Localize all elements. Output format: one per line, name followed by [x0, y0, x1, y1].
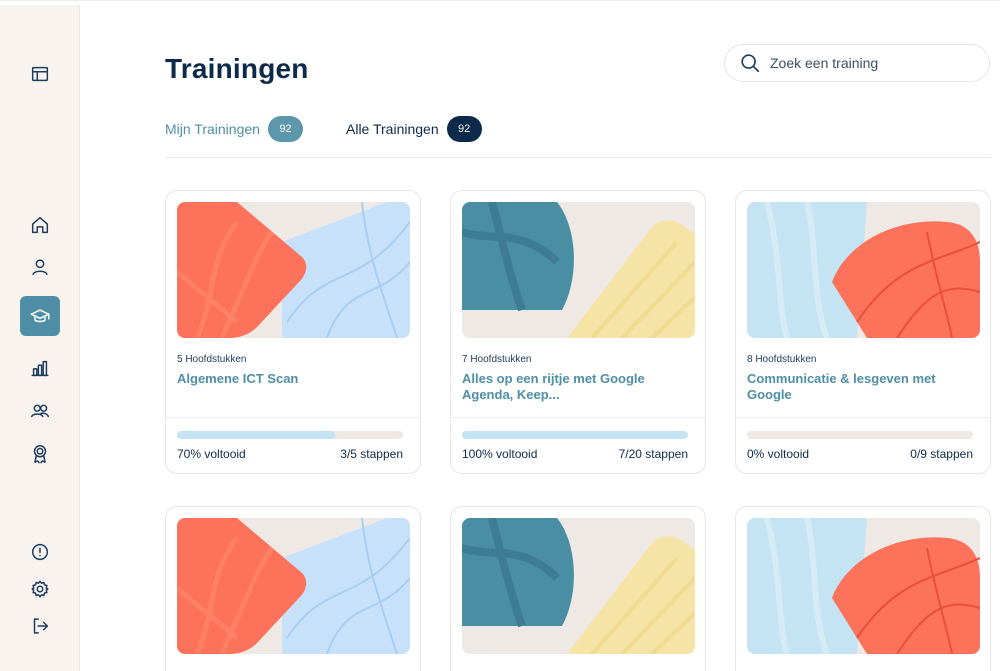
card-illustration: [177, 202, 410, 338]
card-chapters: 7 Hoofdstukken: [462, 354, 532, 365]
user-icon[interactable]: [20, 247, 60, 287]
steps-label: 3/5 stappen: [340, 447, 403, 461]
progress-fill: [177, 431, 336, 439]
card-divider: [736, 417, 990, 418]
settings-icon[interactable]: [20, 569, 60, 609]
layout-icon[interactable]: [20, 54, 60, 94]
search-input[interactable]: [770, 55, 970, 71]
card-divider: [166, 417, 420, 418]
training-card[interactable]: [735, 506, 991, 671]
search-box[interactable]: [724, 44, 990, 82]
card-title: Alles op een rijtje met Google Agenda, K…: [462, 371, 645, 402]
users-icon[interactable]: [20, 391, 60, 431]
card-title: Algemene ICT Scan: [177, 371, 299, 386]
training-card[interactable]: 5 Hoofdstukken Algemene ICT Scan 70% vol…: [165, 190, 421, 474]
training-card[interactable]: [165, 506, 421, 671]
graduation-cap-icon[interactable]: [20, 296, 60, 336]
progress-label: 100% voltooid: [462, 447, 538, 461]
card-divider: [451, 417, 705, 418]
progress-label: 70% voltooid: [177, 447, 246, 461]
progress-fill: [462, 431, 688, 439]
progress-label: 0% voltooid: [747, 447, 810, 461]
training-card[interactable]: [450, 506, 706, 671]
tabs-divider: [165, 157, 991, 158]
card-illustration: [462, 202, 695, 338]
progress-bar: [177, 431, 403, 439]
page-title: Trainingen: [165, 53, 309, 84]
card-chapters: 8 Hoofdstukken: [747, 354, 817, 365]
search-icon: [741, 54, 760, 73]
card-illustration: [177, 518, 410, 654]
card-chapters: 5 Hoofdstukken: [177, 354, 247, 365]
progress-bar: [462, 431, 688, 439]
info-icon[interactable]: [20, 532, 60, 572]
count-badge: 92: [446, 116, 482, 142]
card-illustration: [747, 518, 980, 654]
bar-chart-icon[interactable]: [20, 348, 60, 388]
tab-mijn-trainingen[interactable]: Mijn Trainingen 92: [165, 116, 303, 142]
logout-icon[interactable]: [20, 606, 60, 646]
tab-label: Alle Trainingen: [346, 121, 439, 137]
training-card[interactable]: 7 Hoofdstukken Alles op een rijtje met G…: [450, 190, 706, 474]
tab-label: Mijn Trainingen: [165, 121, 260, 137]
card-title: Communicatie & lesgeven met Google: [747, 371, 936, 402]
steps-label: 7/20 stappen: [618, 447, 688, 461]
card-illustration: [747, 202, 980, 338]
progress-bar: [747, 431, 973, 439]
app-window: Trainingen Mijn Trainingen 92 Alle Train…: [0, 0, 1000, 671]
training-card[interactable]: 8 Hoofdstukken Communicatie & lesgeven m…: [735, 190, 991, 474]
steps-label: 0/9 stappen: [910, 447, 973, 461]
count-badge: 92: [267, 116, 303, 142]
home-icon[interactable]: [20, 205, 60, 245]
tab-alle-trainingen[interactable]: Alle Trainingen 92: [346, 116, 482, 142]
award-icon[interactable]: [20, 434, 60, 474]
sidebar: [0, 5, 80, 671]
card-illustration: [462, 518, 695, 654]
